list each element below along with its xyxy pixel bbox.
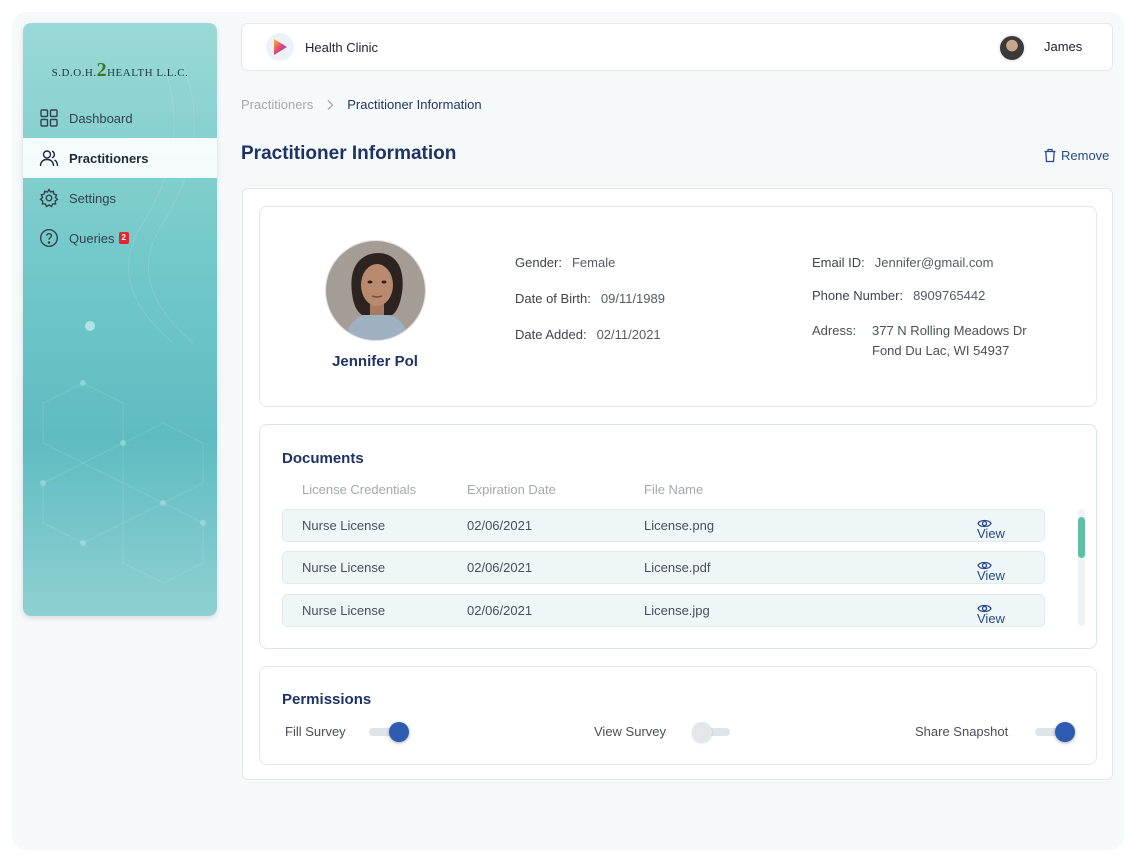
practitioner-name: Jennifer Pol	[332, 353, 418, 370]
expiration-cell: 02/06/2021	[467, 560, 533, 575]
user-avatar[interactable]	[998, 34, 1026, 62]
share-snapshot-toggle[interactable]	[1035, 722, 1075, 742]
dob-label: Date of Birth:	[515, 291, 591, 306]
gender-value: Female	[571, 255, 616, 270]
view-survey-toggle[interactable]	[692, 722, 732, 742]
credential-cell: Nurse License	[302, 518, 386, 533]
sidebar-item-queries[interactable]: Queries 2	[23, 218, 217, 258]
sidebar-item-practitioners[interactable]: Practitioners	[23, 138, 217, 178]
column-header-expiration: Expiration Date	[467, 482, 556, 497]
documents-title: Documents	[282, 450, 364, 467]
top-header: Health Clinic James	[241, 23, 1113, 71]
dob-value: 09/11/1989	[600, 291, 665, 306]
users-icon	[39, 148, 59, 168]
file-name-cell: License.png	[644, 518, 715, 533]
breadcrumb: Practitioners Practitioner Information	[241, 97, 482, 112]
share-snapshot-label: Share Snapshot	[915, 724, 1009, 739]
table-row: Nurse License 02/06/2021 License.png Vie…	[282, 509, 1045, 542]
help-circle-icon	[39, 228, 59, 248]
address-label: Adress:	[812, 323, 857, 338]
remove-button[interactable]: Remove	[1043, 148, 1109, 163]
phone-field: Phone Number: 8909765442	[812, 288, 985, 303]
email-label: Email ID:	[812, 255, 865, 270]
column-header-file-name: File Name	[644, 482, 704, 497]
page-title: Practitioner Information	[241, 143, 457, 164]
sidebar-item-label: Queries	[69, 230, 115, 246]
gender-label: Gender:	[515, 255, 562, 270]
queries-count-badge: 2	[118, 232, 129, 244]
chevron-right-icon	[323, 98, 337, 112]
sidebar-item-label: Dashboard	[69, 110, 133, 126]
date-added-field: Date Added: 02/11/2021	[515, 327, 661, 342]
view-survey-label: View Survey	[594, 724, 667, 739]
remove-label: Remove	[1061, 148, 1110, 163]
trash-icon	[1044, 148, 1056, 163]
table-row: Nurse License 02/06/2021 License.jpg Vie…	[282, 594, 1045, 627]
view-button[interactable]: View	[977, 518, 1005, 541]
column-header-credentials: License Credentials	[302, 482, 417, 497]
address-line2: Fond Du Lac, WI 54937	[872, 343, 1010, 358]
email-field: Email ID: Jennifer@gmail.com	[812, 255, 993, 270]
date-added-value: 02/11/2021	[596, 327, 661, 342]
file-name-cell: License.pdf	[644, 560, 711, 575]
table-row: Nurse License 02/06/2021 License.pdf Vie…	[282, 551, 1045, 584]
app-title: Health Clinic	[305, 40, 378, 55]
dob-field: Date of Birth: 09/11/1989	[515, 291, 665, 306]
sidebar: S.D.O.H.2HEALTH L.L.C. Dashboard Practit…	[23, 23, 217, 616]
grid-icon	[39, 108, 59, 128]
breadcrumb-current: Practitioner Information	[347, 97, 482, 112]
view-button[interactable]: View	[977, 560, 1005, 583]
app-logo-icon	[266, 33, 294, 61]
user-name[interactable]: James	[1044, 39, 1082, 54]
fill-survey-toggle[interactable]	[369, 722, 409, 742]
expiration-cell: 02/06/2021	[467, 603, 533, 618]
practitioner-photo	[325, 240, 426, 341]
address-line1: 377 N Rolling Meadows Dr	[872, 323, 1027, 338]
credential-cell: Nurse License	[302, 560, 386, 575]
date-added-label: Date Added:	[515, 327, 587, 342]
gender-field: Gender: Female	[515, 255, 615, 270]
documents-scrollbar-thumb[interactable]	[1078, 517, 1085, 558]
expiration-cell: 02/06/2021	[467, 518, 533, 533]
email-value: Jennifer@gmail.com	[874, 255, 994, 270]
permissions-card	[259, 666, 1097, 765]
phone-label: Phone Number:	[812, 288, 904, 303]
view-button[interactable]: View	[977, 603, 1005, 626]
company-logo: S.D.O.H.2HEALTH L.L.C.	[51, 59, 189, 81]
credential-cell: Nurse License	[302, 603, 386, 618]
fill-survey-label: Fill Survey	[285, 724, 346, 739]
sidebar-item-label: Practitioners	[69, 150, 149, 166]
breadcrumb-link-practitioners[interactable]: Practitioners	[241, 97, 313, 112]
gear-icon	[39, 188, 59, 208]
phone-value: 8909765442	[913, 288, 986, 303]
sidebar-item-settings[interactable]: Settings	[23, 178, 217, 218]
permissions-title: Permissions	[282, 691, 372, 708]
sidebar-item-dashboard[interactable]: Dashboard	[23, 98, 217, 138]
sidebar-item-label: Settings	[69, 190, 116, 206]
sidebar-nav: Dashboard Practitioners Settings Queries…	[23, 98, 217, 258]
file-name-cell: License.jpg	[644, 603, 710, 618]
